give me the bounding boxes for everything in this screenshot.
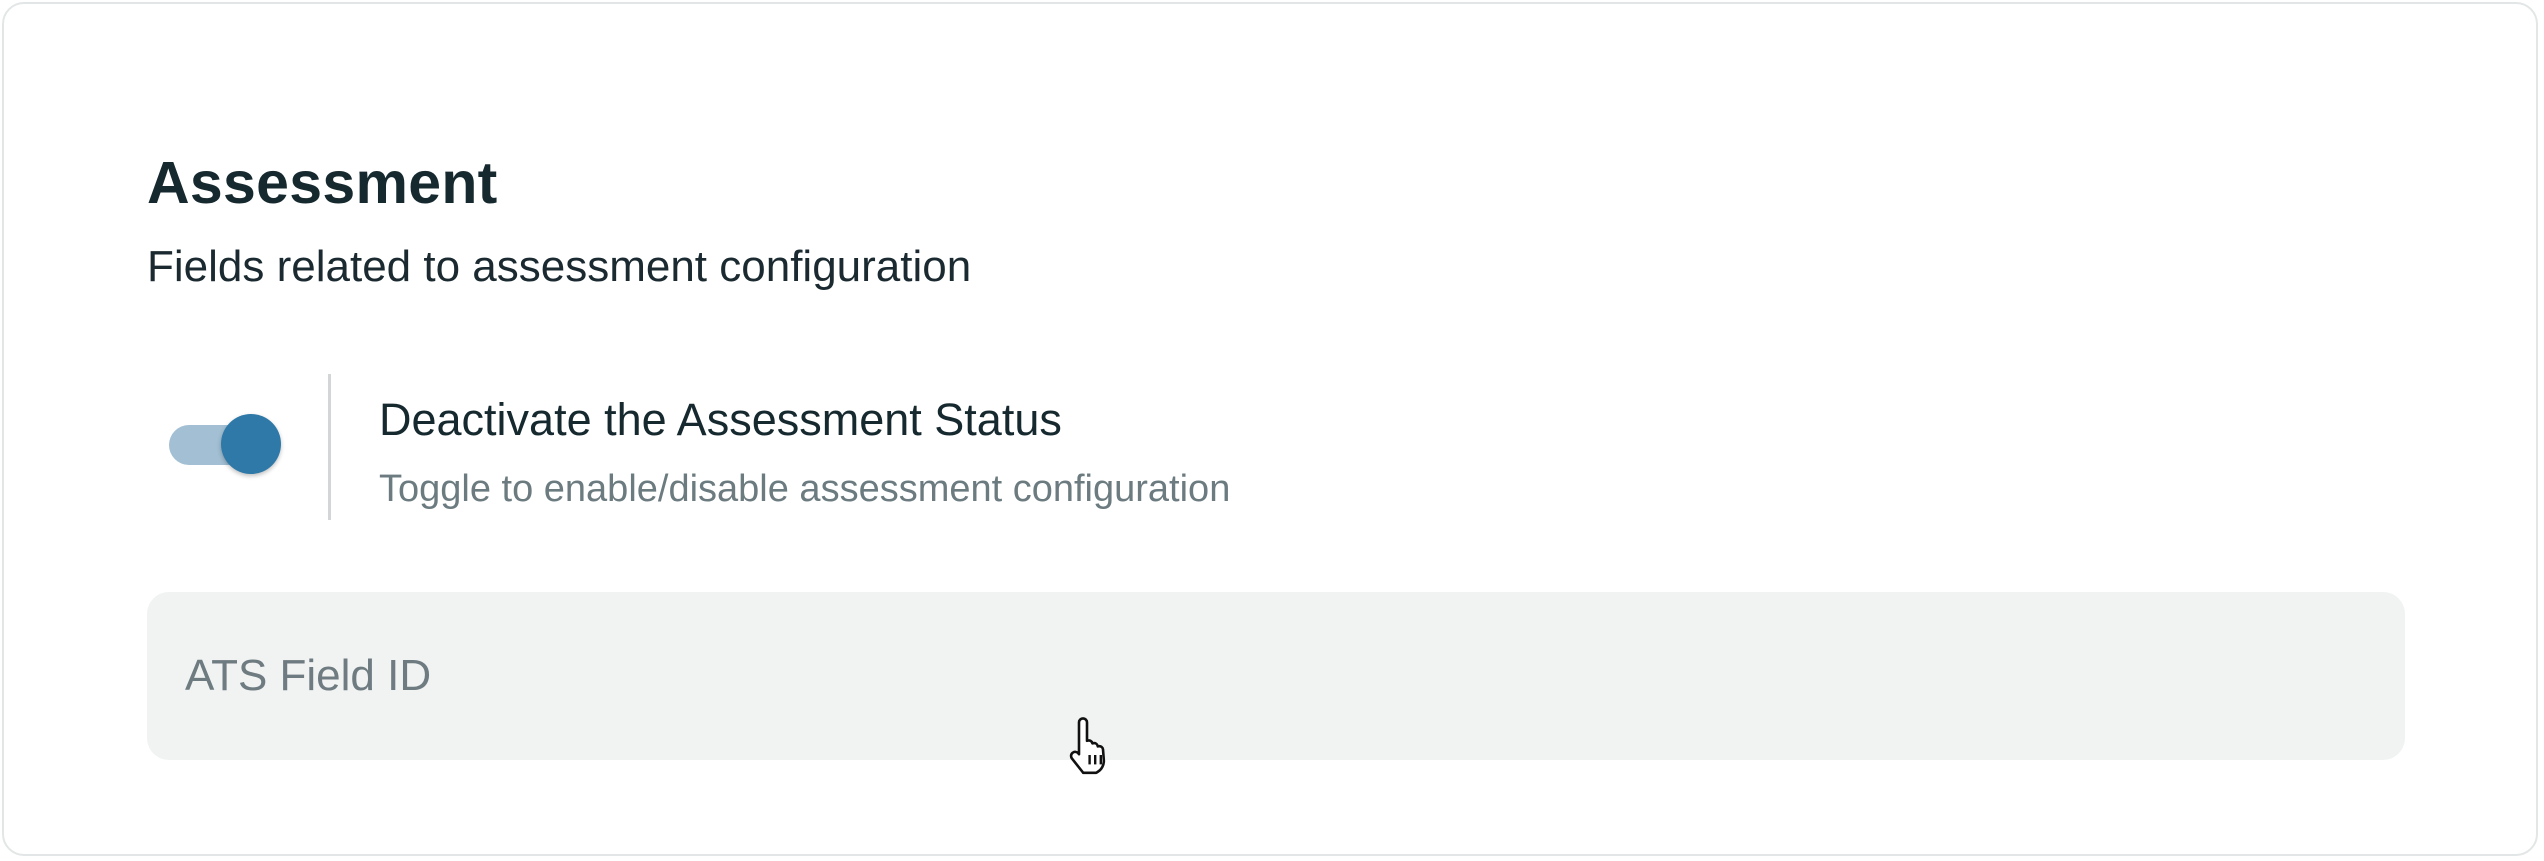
assessment-status-toggle[interactable] — [169, 414, 281, 476]
toggle-description: Toggle to enable/disable assessment conf… — [379, 468, 1231, 510]
ats-field-id-input[interactable] — [147, 592, 2405, 760]
toggle-divider — [328, 374, 331, 520]
toggle-thumb[interactable] — [221, 414, 281, 474]
assessment-card: Assessment Fields related to assessment … — [2, 2, 2538, 856]
section-title: Assessment — [147, 150, 498, 216]
section-subtitle: Fields related to assessment configurati… — [147, 242, 972, 291]
assessment-status-toggle-row: Deactivate the Assessment Status Toggle … — [147, 374, 1447, 520]
toggle-label: Deactivate the Assessment Status — [379, 394, 1062, 445]
